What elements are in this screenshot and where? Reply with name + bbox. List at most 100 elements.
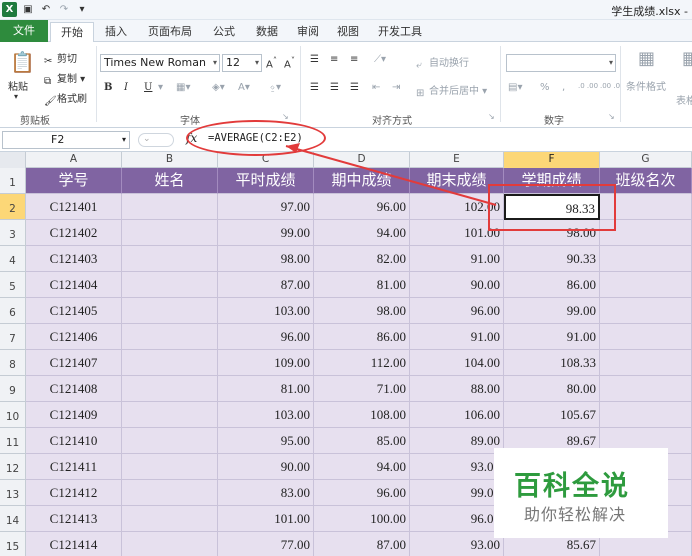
class-rank-cell[interactable] bbox=[600, 376, 692, 402]
font-color-button[interactable]: A▾ bbox=[238, 82, 250, 93]
name-cell[interactable] bbox=[122, 428, 218, 454]
final-score-cell[interactable]: 96.00 bbox=[410, 506, 504, 532]
student-id-cell[interactable]: C121401 bbox=[26, 194, 122, 220]
midterm-score-cell[interactable]: 94.00 bbox=[314, 220, 410, 246]
final-score-cell[interactable]: 104.00 bbox=[410, 350, 504, 376]
name-cell[interactable] bbox=[122, 376, 218, 402]
row-header[interactable]: 13 bbox=[0, 480, 26, 506]
midterm-score-cell[interactable]: 87.00 bbox=[314, 532, 410, 556]
semester-score-cell[interactable]: 99.00 bbox=[504, 298, 600, 324]
semester-score-cell[interactable]: 105.67 bbox=[504, 402, 600, 428]
select-all-corner[interactable] bbox=[0, 152, 26, 168]
row-header[interactable]: 15 bbox=[0, 532, 26, 556]
regular-score-cell[interactable]: 90.00 bbox=[218, 454, 314, 480]
regular-score-cell[interactable]: 109.00 bbox=[218, 350, 314, 376]
font-name-select[interactable]: Times New Roman ▾ bbox=[100, 54, 220, 72]
semester-score-cell[interactable]: 86.00 bbox=[504, 272, 600, 298]
class-rank-cell[interactable] bbox=[600, 350, 692, 376]
student-id-cell[interactable]: C121403 bbox=[26, 246, 122, 272]
tab-1[interactable]: 开始 bbox=[50, 22, 94, 42]
class-rank-cell[interactable] bbox=[600, 324, 692, 350]
row-header[interactable]: 7 bbox=[0, 324, 26, 350]
format-as-table-button[interactable]: 表格 bbox=[676, 92, 692, 107]
midterm-score-cell[interactable]: 108.00 bbox=[314, 402, 410, 428]
header-cell[interactable]: 平时成绩 bbox=[218, 168, 314, 194]
regular-score-cell[interactable]: 77.00 bbox=[218, 532, 314, 556]
final-score-cell[interactable]: 96.00 bbox=[410, 298, 504, 324]
final-score-cell[interactable]: 91.00 bbox=[410, 324, 504, 350]
student-id-cell[interactable]: C121412 bbox=[26, 480, 122, 506]
final-score-cell[interactable]: 90.00 bbox=[410, 272, 504, 298]
name-cell[interactable] bbox=[122, 532, 218, 556]
row-header[interactable]: 6 bbox=[0, 298, 26, 324]
cut-button[interactable]: ✂ 剪切 bbox=[44, 50, 77, 67]
name-cell[interactable] bbox=[122, 194, 218, 220]
column-header-d[interactable]: D bbox=[314, 152, 410, 168]
underline-button[interactable]: U bbox=[144, 82, 152, 93]
tab-8[interactable]: 开发工具 bbox=[370, 22, 430, 42]
final-score-cell[interactable]: 106.00 bbox=[410, 402, 504, 428]
format-painter-button[interactable]: 🖌格式刷 bbox=[44, 90, 87, 107]
save-icon[interactable]: ▣ bbox=[21, 4, 35, 15]
class-rank-cell[interactable] bbox=[600, 298, 692, 324]
header-cell[interactable]: 学号 bbox=[26, 168, 122, 194]
copy-button[interactable]: ⧉ 复制 ▾ bbox=[44, 70, 85, 87]
midterm-score-cell[interactable]: 71.00 bbox=[314, 376, 410, 402]
regular-score-cell[interactable]: 87.00 bbox=[218, 272, 314, 298]
row-header[interactable]: 1 bbox=[0, 168, 26, 194]
regular-score-cell[interactable]: 97.00 bbox=[218, 194, 314, 220]
column-header-g[interactable]: G bbox=[600, 152, 692, 168]
semester-score-cell[interactable]: 90.33 bbox=[504, 246, 600, 272]
tab-0[interactable]: 文件 bbox=[0, 20, 48, 42]
semester-score-cell[interactable]: 80.00 bbox=[504, 376, 600, 402]
border-button[interactable]: ▦▾ bbox=[176, 82, 190, 93]
orientation-button[interactable]: ⟋▾ bbox=[374, 54, 386, 65]
student-id-cell[interactable]: C121409 bbox=[26, 402, 122, 428]
final-score-cell[interactable]: 93.00 bbox=[410, 454, 504, 480]
name-cell[interactable] bbox=[122, 350, 218, 376]
student-id-cell[interactable]: C121413 bbox=[26, 506, 122, 532]
decrease-indent-button[interactable]: ⇤ bbox=[372, 82, 380, 93]
midterm-score-cell[interactable]: 82.00 bbox=[314, 246, 410, 272]
tab-2[interactable]: 插入 bbox=[96, 22, 136, 42]
student-id-cell[interactable]: C121406 bbox=[26, 324, 122, 350]
align-middle-button[interactable]: ≡ bbox=[330, 54, 338, 65]
formula-bar-resize-handle[interactable]: ⌄ bbox=[138, 133, 174, 147]
regular-score-cell[interactable]: 103.00 bbox=[218, 298, 314, 324]
tab-3[interactable]: 页面布局 bbox=[140, 22, 200, 42]
student-id-cell[interactable]: C121411 bbox=[26, 454, 122, 480]
shrink-font-button[interactable]: A˅ bbox=[284, 55, 295, 70]
customize-qat-icon[interactable]: ▾ bbox=[75, 4, 89, 15]
midterm-score-cell[interactable]: 85.00 bbox=[314, 428, 410, 454]
tab-6[interactable]: 审阅 bbox=[290, 22, 326, 42]
final-score-cell[interactable]: 93.00 bbox=[410, 532, 504, 556]
name-cell[interactable] bbox=[122, 402, 218, 428]
midterm-score-cell[interactable]: 81.00 bbox=[314, 272, 410, 298]
row-header[interactable]: 4 bbox=[0, 246, 26, 272]
row-header[interactable]: 3 bbox=[0, 220, 26, 246]
comma-button[interactable]: , bbox=[562, 82, 565, 93]
student-id-cell[interactable]: C121407 bbox=[26, 350, 122, 376]
row-header[interactable]: 2 bbox=[0, 194, 26, 220]
name-cell[interactable] bbox=[122, 454, 218, 480]
column-header-f[interactable]: F bbox=[504, 152, 600, 168]
bold-button[interactable]: B bbox=[104, 82, 112, 93]
align-right-button[interactable]: ☰ bbox=[350, 82, 359, 93]
regular-score-cell[interactable]: 95.00 bbox=[218, 428, 314, 454]
final-score-cell[interactable]: 89.00 bbox=[410, 428, 504, 454]
tab-7[interactable]: 视图 bbox=[330, 22, 366, 42]
name-cell[interactable] bbox=[122, 506, 218, 532]
regular-score-cell[interactable]: 81.00 bbox=[218, 376, 314, 402]
column-header-e[interactable]: E bbox=[410, 152, 504, 168]
increase-decimal-button[interactable]: .0 .00 bbox=[578, 82, 598, 90]
row-header[interactable]: 12 bbox=[0, 454, 26, 480]
row-header[interactable]: 8 bbox=[0, 350, 26, 376]
phonetic-button[interactable]: ⍚▾ bbox=[270, 82, 281, 93]
final-score-cell[interactable]: 88.00 bbox=[410, 376, 504, 402]
fill-color-button[interactable]: ◈▾ bbox=[212, 82, 225, 93]
italic-button[interactable]: I bbox=[124, 82, 128, 93]
semester-score-cell[interactable]: 91.00 bbox=[504, 324, 600, 350]
midterm-score-cell[interactable]: 96.00 bbox=[314, 480, 410, 506]
final-score-cell[interactable]: 99.00 bbox=[410, 480, 504, 506]
header-cell[interactable]: 姓名 bbox=[122, 168, 218, 194]
